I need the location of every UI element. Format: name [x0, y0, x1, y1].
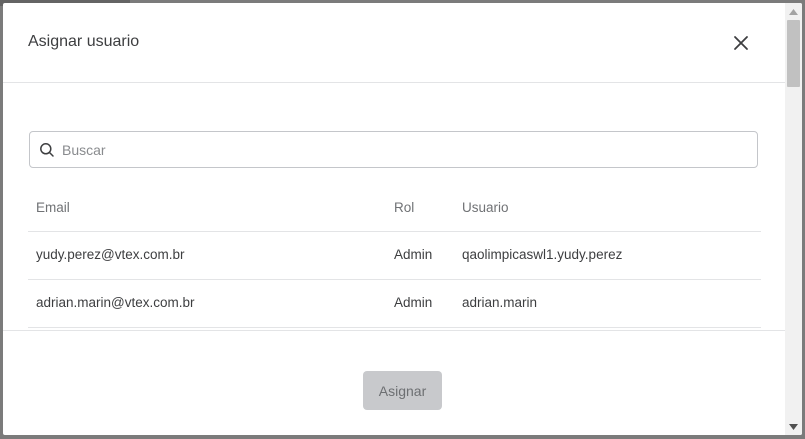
users-table: Email Rol Usuario yudy.perez@vtex.com.br… [28, 183, 761, 328]
cell-usuario: qaolimpicaswl1.yudy.perez [462, 247, 623, 262]
assign-button[interactable]: Asignar [363, 371, 442, 410]
table-header: Email Rol Usuario [28, 183, 761, 232]
scroll-up-button[interactable] [785, 3, 802, 20]
assign-user-modal: Asignar usuario Email Rol Usuario yudy.p… [3, 3, 802, 435]
arrow-down-icon [789, 423, 798, 430]
search-icon [40, 143, 54, 157]
scroll-down-button[interactable] [785, 418, 802, 435]
cell-email: adrian.marin@vtex.com.br [36, 295, 195, 310]
search-field[interactable] [29, 131, 758, 168]
close-button[interactable] [727, 29, 755, 57]
scrollbar-thumb[interactable] [787, 20, 800, 87]
cell-rol: Admin [394, 247, 433, 262]
modal-title: Asignar usuario [28, 33, 140, 50]
cell-usuario: adrian.marin [462, 295, 538, 310]
modal-header: Asignar usuario [3, 3, 785, 83]
modal-body: Email Rol Usuario yudy.perez@vtex.com.br… [3, 83, 785, 329]
cell-email: yudy.perez@vtex.com.br [36, 247, 185, 262]
column-header-rol[interactable]: Rol [394, 200, 414, 215]
column-header-usuario[interactable]: Usuario [462, 200, 509, 215]
table-row[interactable]: yudy.perez@vtex.com.br Admin qaolimpicas… [28, 232, 761, 280]
scrollbar[interactable] [785, 3, 802, 435]
column-header-email[interactable]: Email [36, 200, 70, 215]
arrow-up-icon [789, 8, 798, 15]
table-row[interactable]: adrian.marin@vtex.com.br Admin adrian.ma… [28, 280, 761, 328]
cell-rol: Admin [394, 295, 433, 310]
modal-footer: Asignar [3, 330, 785, 435]
search-input[interactable] [62, 133, 742, 166]
close-icon [734, 36, 748, 50]
